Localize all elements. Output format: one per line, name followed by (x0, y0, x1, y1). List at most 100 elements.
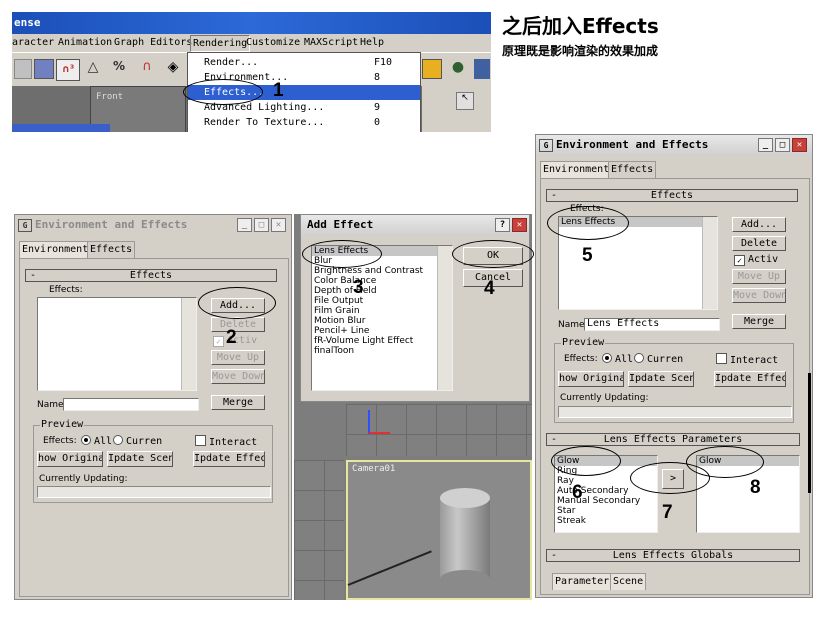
effect-type-item[interactable]: File Output (312, 296, 452, 306)
dialog-close-button[interactable]: ✕ (512, 218, 527, 232)
menu-help[interactable]: Help (360, 34, 384, 52)
tab-parameters[interactable]: Parameters (552, 573, 619, 590)
delete-button[interactable]: Delete (732, 236, 786, 251)
snap-3d-icon[interactable]: ∩³ (56, 59, 80, 81)
lens-item[interactable]: Manual Secondary (555, 496, 657, 506)
callout-5: 5 (582, 245, 593, 266)
minimize-button[interactable]: _ (237, 218, 252, 232)
rollout-lens-effects-parameters[interactable]: - Lens Effects Parameters (546, 433, 800, 446)
update-effect-button[interactable]: Ipdate Effect (193, 451, 265, 467)
ground-line (347, 550, 432, 586)
effect-type-item[interactable]: Motion Blur (312, 316, 452, 326)
effect-list-scrollbar[interactable] (437, 246, 452, 390)
callout-2: 2 (226, 327, 237, 348)
interactive-checkbox[interactable]: Interact (195, 435, 257, 448)
spinner-snap-icon[interactable]: ∩ (136, 59, 158, 79)
rollout-effects[interactable]: - Effects (25, 269, 277, 282)
menu-item-render[interactable]: Render... F10 (188, 55, 420, 70)
callout-6: 6 (572, 482, 583, 503)
scrollbar[interactable] (181, 298, 196, 390)
effect-type-item[interactable]: fR-Volume Light Effect (312, 336, 452, 346)
show-original-button[interactable]: how Origina (558, 371, 624, 387)
update-scene-button[interactable]: Ipdate Scene (107, 451, 173, 467)
show-original-button[interactable]: how Origina (37, 451, 103, 467)
menu-graph-editors[interactable]: Graph Editors (114, 34, 192, 52)
callout-3: 3 (353, 277, 364, 298)
effect-type-item[interactable]: Film Grain (312, 306, 452, 316)
menu-item-render-to-texture[interactable]: Render To Texture... 0 (188, 115, 420, 130)
lens-item[interactable]: Star (555, 506, 657, 516)
angle-snap-icon[interactable]: △ (82, 59, 104, 79)
material-editor-icon[interactable]: ● (448, 59, 468, 79)
move-down-button[interactable]: Move Down (732, 288, 786, 303)
menu-screenshot: ense aracter Animation Graph Editors Ren… (12, 12, 491, 132)
interactive-checkbox[interactable]: Interact (716, 353, 778, 366)
highlight-oval-lens-effects (302, 240, 382, 268)
highlight-oval-applied-glow (686, 446, 764, 478)
move-down-button[interactable]: Move Down (211, 369, 265, 384)
effect-type-item[interactable]: Color Balance (312, 276, 452, 286)
update-effect-button[interactable]: Ipdate Effect (714, 371, 786, 387)
name-field[interactable] (63, 398, 199, 411)
radio-current[interactable]: Curren (113, 435, 162, 447)
callout-8: 8 (750, 477, 761, 498)
dialog-title: Add Effect (307, 218, 374, 231)
lens-item[interactable]: Streak (555, 516, 657, 526)
tab-effects[interactable]: Effects (87, 241, 136, 258)
select-arrow-icon[interactable]: ↖ (456, 92, 474, 110)
percent-snap-icon[interactable]: % (108, 59, 130, 79)
effects-list[interactable] (37, 297, 197, 391)
radio-all[interactable]: All (81, 435, 112, 447)
effect-type-item[interactable]: Depth of Field (312, 286, 452, 296)
scrollbar[interactable] (702, 217, 717, 309)
grid-viewport-left[interactable] (294, 460, 344, 600)
window-app-icon: G (18, 219, 32, 232)
minimize-button[interactable]: _ (758, 138, 773, 152)
teapot-icon[interactable] (474, 59, 490, 79)
tab-scene[interactable]: Scene (610, 573, 647, 590)
tab-effects[interactable]: Effects (608, 161, 657, 178)
menu-animation[interactable]: Animation (58, 34, 112, 52)
tab-environment[interactable]: Environment (540, 161, 613, 178)
window-titlebar: G Environment and Effects _ □ ✕ (536, 135, 812, 155)
name-field[interactable]: Lens Effects (584, 318, 720, 331)
callout-4: 4 (484, 278, 495, 299)
blue-highlight (12, 124, 110, 132)
window-title: Environment and Effects (556, 138, 709, 151)
unlink-icon[interactable] (34, 59, 54, 79)
link-icon[interactable] (14, 59, 32, 79)
help-button[interactable]: ? (495, 218, 510, 232)
active-checkbox[interactable]: ✓ Activ (734, 254, 778, 266)
effect-type-item[interactable]: Pencil+ Line (312, 326, 452, 336)
named-selection-icon[interactable]: ◈ (164, 59, 182, 77)
maximize-button[interactable]: □ (775, 138, 790, 152)
maximize-button[interactable]: □ (254, 218, 269, 232)
preview-effects-label: Effects: (564, 354, 598, 364)
rollout-effects[interactable]: - Effects (546, 189, 798, 202)
merge-button[interactable]: Merge (211, 395, 265, 410)
add-button[interactable]: Add... (732, 217, 786, 232)
move-up-button[interactable]: Move Up (211, 350, 265, 365)
cylinder-object[interactable] (440, 488, 490, 588)
tab-environment[interactable]: Environment (19, 241, 92, 258)
grid-viewport[interactable] (346, 404, 532, 456)
render-frame-icon[interactable] (422, 59, 442, 79)
radio-current[interactable]: Curren (634, 353, 683, 365)
effect-type-item[interactable]: finalToon (312, 346, 452, 356)
merge-button[interactable]: Merge (732, 314, 786, 329)
panel-scrollbar[interactable] (808, 373, 811, 493)
window-titlebar: G Environment and Effects _ □ ✕ (15, 215, 291, 235)
menu-customize[interactable]: Customize (246, 34, 300, 52)
close-button[interactable]: ✕ (792, 138, 807, 152)
delete-button[interactable]: Delete (211, 317, 265, 332)
menu-maxscript[interactable]: MAXScript (304, 34, 358, 52)
camera-viewport[interactable]: Camera01 (346, 460, 532, 600)
radio-all[interactable]: All (602, 353, 633, 365)
move-up-button[interactable]: Move Up (732, 269, 786, 284)
menu-character[interactable]: aracter (12, 34, 54, 52)
close-button[interactable]: ✕ (271, 218, 286, 232)
menu-rendering[interactable]: Rendering (190, 35, 251, 52)
window-title: Environment and Effects (35, 218, 188, 231)
rollout-lens-effects-globals[interactable]: - Lens Effects Globals (546, 549, 800, 562)
update-scene-button[interactable]: Ipdate Scene (628, 371, 694, 387)
